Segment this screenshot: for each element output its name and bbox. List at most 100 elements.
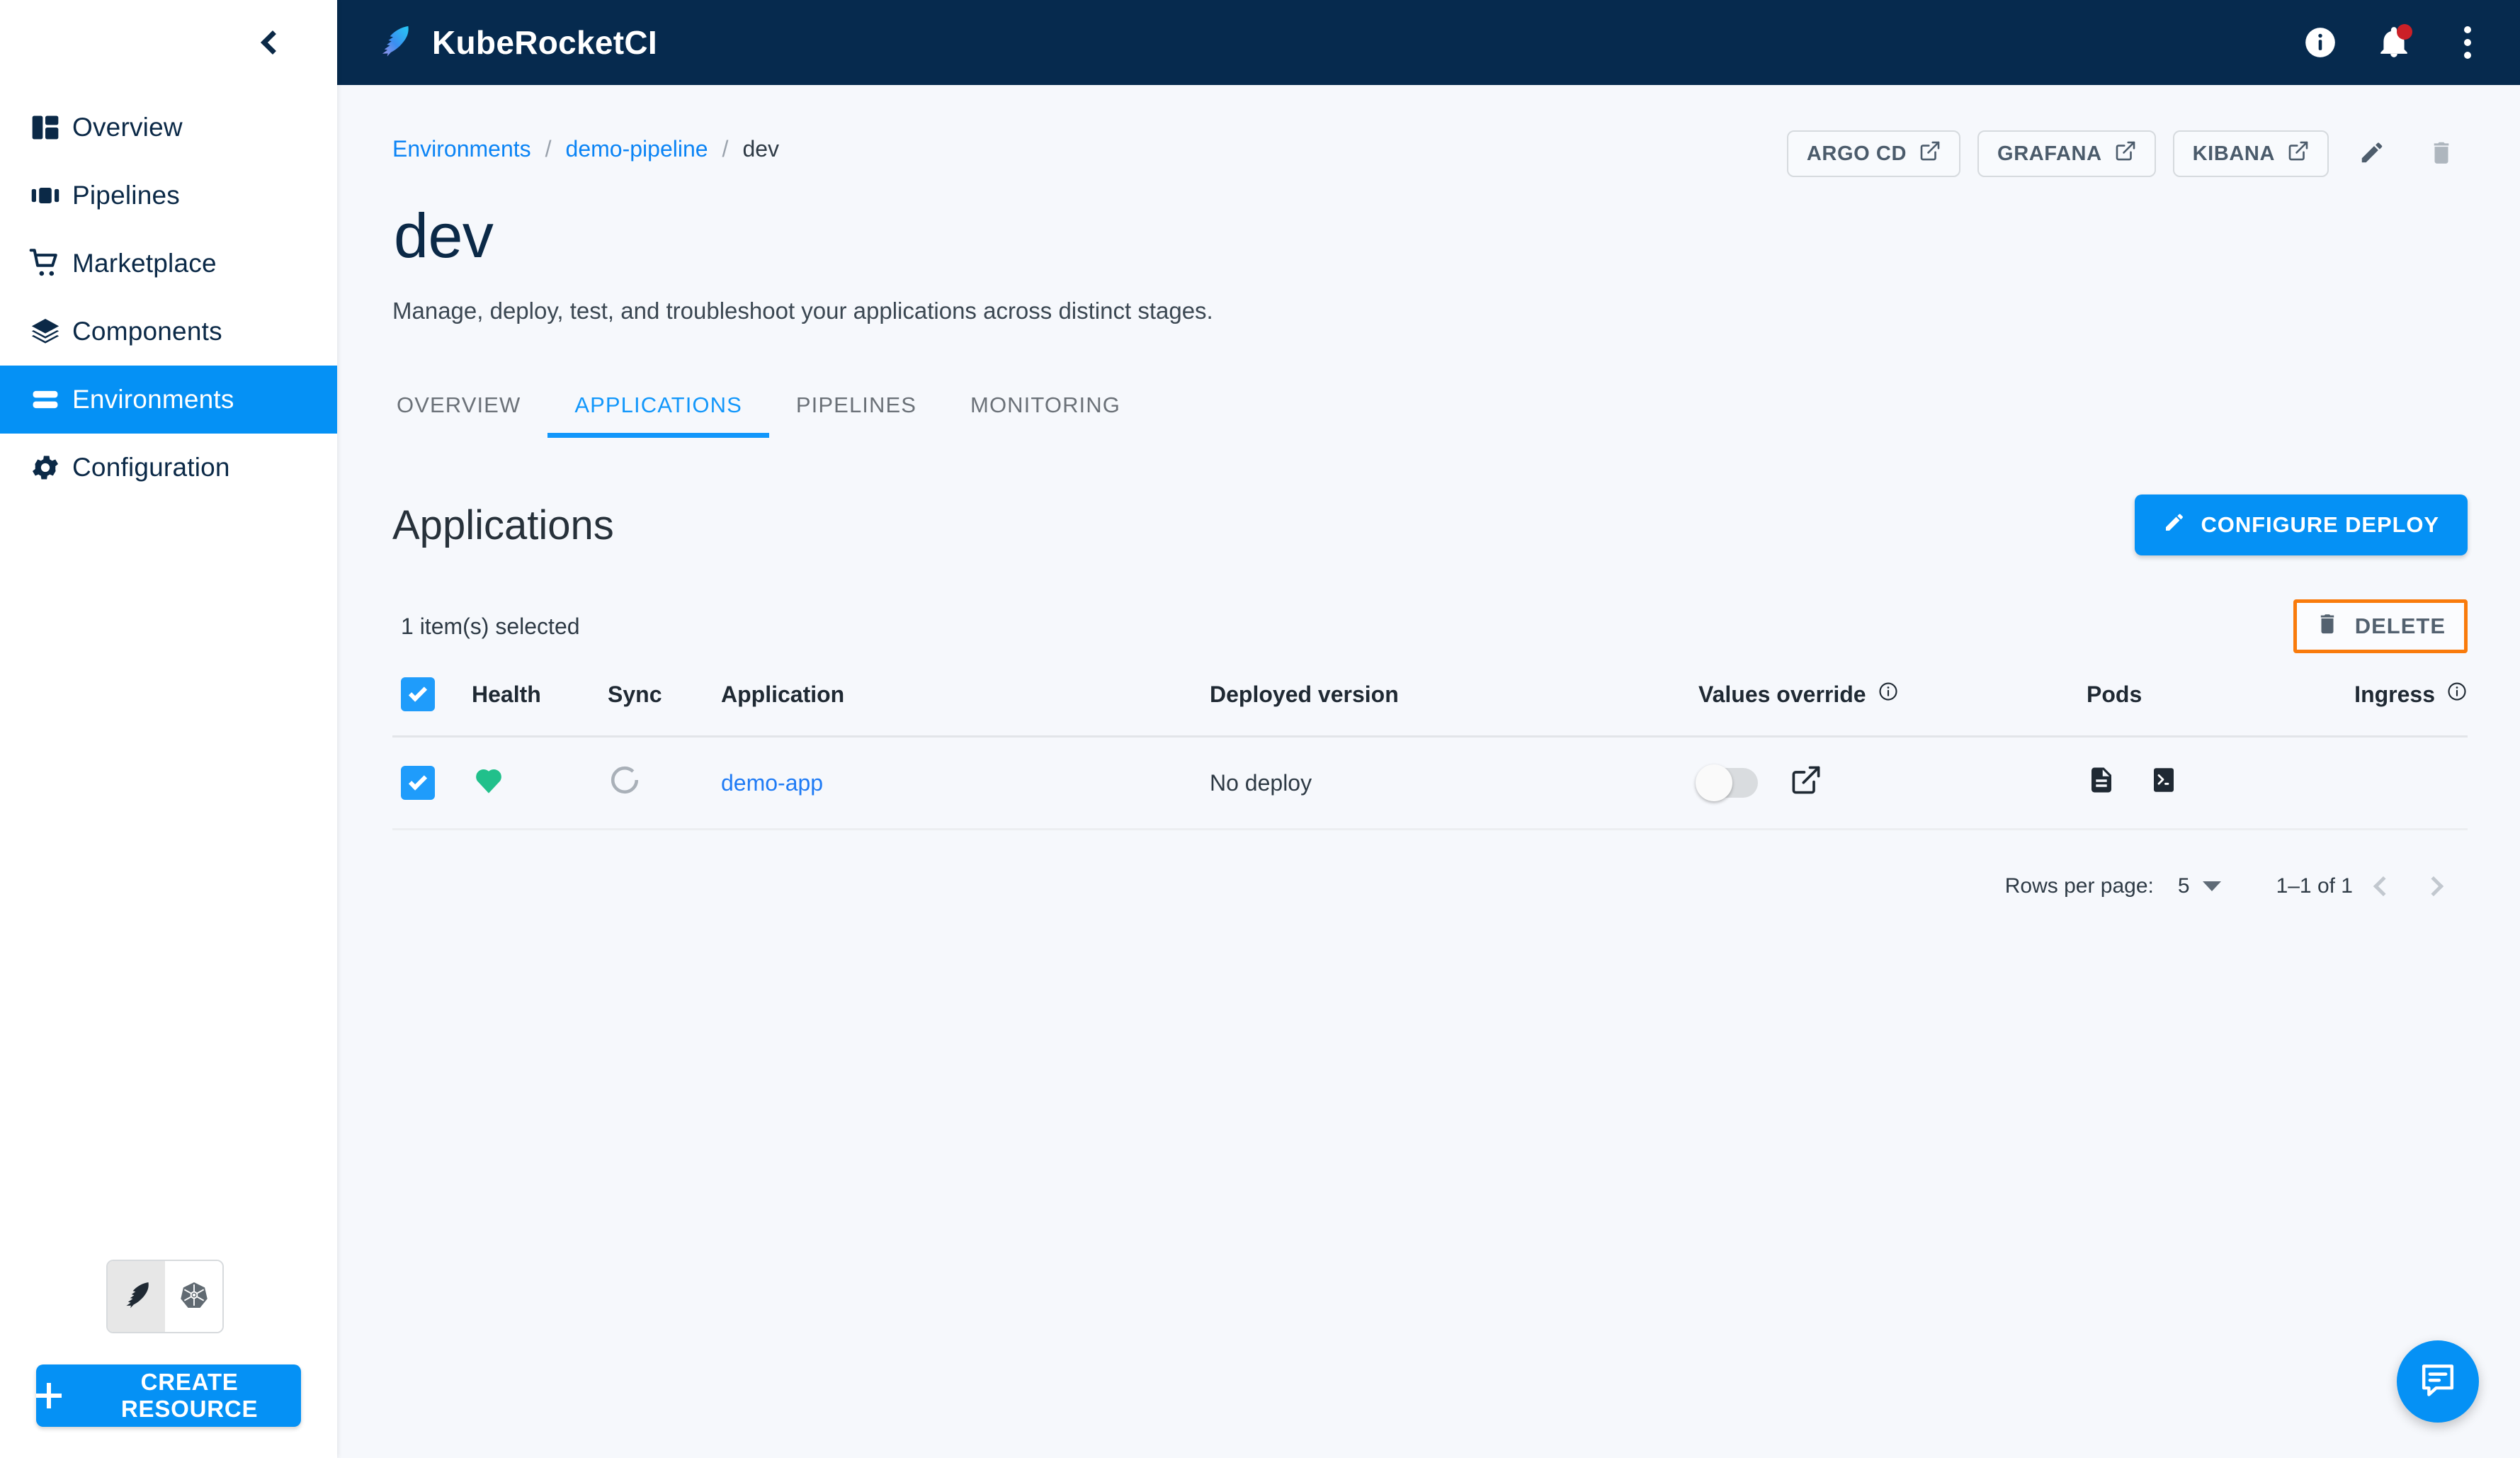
column-pods: Pods (2087, 677, 2356, 738)
sidebar-item-label: Pipelines (72, 181, 180, 210)
sidebar: Overview Pipelines Marketplace Component… (0, 0, 337, 1458)
kubernetes-icon (179, 1280, 209, 1313)
breadcrumb-separator: / (722, 136, 729, 162)
chat-fab-button[interactable] (2397, 1340, 2479, 1423)
sidebar-item-pipelines[interactable]: Pipelines (0, 162, 337, 230)
pipelines-icon (18, 180, 72, 211)
external-link-icon (1919, 140, 1941, 167)
sidebar-item-label: Components (72, 317, 222, 346)
argo-cd-link-button[interactable]: ARGO CD (1786, 130, 1961, 177)
more-vertical-icon[interactable] (2448, 23, 2487, 62)
tab-overview[interactable]: OVERVIEW (392, 392, 547, 438)
column-values-override: Values override (1698, 677, 2087, 738)
brand[interactable]: KubeRocketCI (375, 22, 657, 64)
sidebar-item-environments[interactable]: Environments (0, 366, 337, 434)
tab-monitoring[interactable]: MONITORING (943, 392, 1147, 438)
sidebar-item-components[interactable]: Components (0, 298, 337, 366)
argo-cd-label: ARGO CD (1806, 142, 1907, 165)
applications-section-header: Applications CONFIGURE DEPLOY (392, 495, 2468, 555)
row-pods-cell (2087, 736, 2356, 830)
values-override-toggle[interactable] (1696, 764, 1758, 801)
mode-toggle-kubernetes[interactable] (165, 1261, 222, 1332)
table-row: demo-app No deploy (392, 736, 2468, 830)
chevron-left-icon (2373, 876, 2393, 897)
pagination-prev-button[interactable] (2353, 859, 2408, 914)
page-title: dev (394, 200, 494, 271)
pencil-icon (2359, 139, 2385, 169)
kibana-link-button[interactable]: KIBANA (2172, 130, 2329, 177)
row-checkbox[interactable] (401, 766, 435, 800)
column-deployed-version: Deployed version (1210, 677, 1698, 738)
breadcrumb-item-current: dev (742, 136, 780, 162)
applications-title: Applications (392, 502, 614, 548)
tab-bar: OVERVIEW APPLICATIONS PIPELINES MONITORI… (392, 392, 2468, 438)
breadcrumb-item-demo-pipeline[interactable]: demo-pipeline (566, 136, 708, 162)
configure-deploy-button[interactable]: CONFIGURE DEPLOY (2134, 495, 2468, 555)
external-link-icon (2115, 140, 2136, 167)
applications-table: Health Sync Application Deployed version… (392, 677, 2468, 830)
chevron-right-icon (2423, 876, 2444, 897)
health-heart-icon (472, 769, 506, 802)
row-sync-cell (608, 736, 721, 830)
page-description: Manage, deploy, test, and troubleshoot y… (392, 298, 1213, 324)
column-ingress: Ingress (2354, 677, 2468, 738)
sidebar-collapse-button[interactable] (248, 21, 292, 64)
sidebar-item-label: Configuration (72, 453, 230, 482)
sidebar-item-label: Marketplace (72, 249, 217, 278)
pagination: Rows per page: 5 1–1 of 1 (392, 859, 2468, 914)
chevron-down-icon (2202, 881, 2221, 891)
sidebar-item-label: Overview (72, 113, 183, 142)
page-content: Environments / demo-pipeline / dev ARGO … (337, 85, 2520, 1458)
plus-icon (36, 1383, 62, 1408)
row-ingress-cell (2356, 736, 2468, 830)
delete-environment-button[interactable] (2415, 128, 2468, 180)
breadcrumb-item-environments[interactable]: Environments (392, 136, 531, 162)
mode-toggle-kuberocketci[interactable] (108, 1261, 165, 1332)
edit-environment-button[interactable] (2346, 128, 2398, 180)
pagination-next-button[interactable] (2408, 859, 2463, 914)
external-link-icon[interactable] (1790, 764, 1822, 801)
info-icon[interactable] (2446, 681, 2468, 708)
kebab-dots (2464, 26, 2471, 59)
header-actions: ARGO CD GRAFANA KIBANA (1786, 128, 2468, 180)
sidebar-nav: Overview Pipelines Marketplace Component… (0, 94, 337, 502)
rows-per-page-select[interactable]: 5 (2178, 874, 2221, 898)
environments-icon (18, 384, 72, 415)
configure-deploy-label: CONFIGURE DEPLOY (2201, 512, 2439, 537)
sidebar-item-configuration[interactable]: Configuration (0, 434, 337, 502)
column-sync: Sync (608, 677, 721, 738)
breadcrumb-row: Environments / demo-pipeline / dev ARGO … (392, 130, 2468, 180)
column-values-override-label: Values override (1698, 681, 1866, 707)
sidebar-item-overview[interactable]: Overview (0, 94, 337, 162)
chat-icon (2418, 1360, 2458, 1403)
notifications-bell-icon[interactable] (2374, 23, 2414, 62)
pencil-icon (2163, 511, 2186, 539)
column-ingress-label: Ingress (2354, 681, 2435, 707)
sidebar-item-marketplace[interactable]: Marketplace (0, 230, 337, 298)
info-icon[interactable] (1878, 681, 1899, 708)
delete-selected-button[interactable]: DELETE (2293, 599, 2468, 653)
column-health: Health (472, 677, 608, 738)
select-all-checkbox[interactable] (401, 677, 435, 711)
select-all-cell (392, 677, 472, 738)
kibana-label: KIBANA (2192, 142, 2275, 165)
row-deployed-version-cell: No deploy (1210, 736, 1698, 830)
selection-toolbar: 1 item(s) selected DELETE (392, 599, 2468, 653)
info-icon[interactable] (2300, 23, 2340, 62)
rows-per-page-label: Rows per page: (2004, 874, 2154, 898)
sidebar-footer: CREATE RESOURCE (0, 1260, 337, 1458)
grafana-link-button[interactable]: GRAFANA (1977, 130, 2156, 177)
terminal-icon[interactable] (2149, 765, 2179, 801)
column-application: Application (721, 677, 1210, 738)
main-area: KubeRocketCI Environments / demo-pipelin… (337, 0, 2520, 1458)
logs-document-icon[interactable] (2087, 765, 2116, 801)
tab-pipelines[interactable]: PIPELINES (769, 392, 943, 438)
application-link[interactable]: demo-app (721, 770, 823, 796)
grafana-label: GRAFANA (1997, 142, 2102, 165)
tab-applications[interactable]: APPLICATIONS (547, 392, 769, 438)
sync-unknown-icon (608, 766, 642, 802)
create-resource-label: CREATE RESOURCE (120, 1369, 259, 1422)
brand-name: KubeRocketCI (432, 24, 657, 61)
create-resource-button[interactable]: CREATE RESOURCE (36, 1364, 301, 1427)
app-root: Overview Pipelines Marketplace Component… (0, 0, 2520, 1458)
